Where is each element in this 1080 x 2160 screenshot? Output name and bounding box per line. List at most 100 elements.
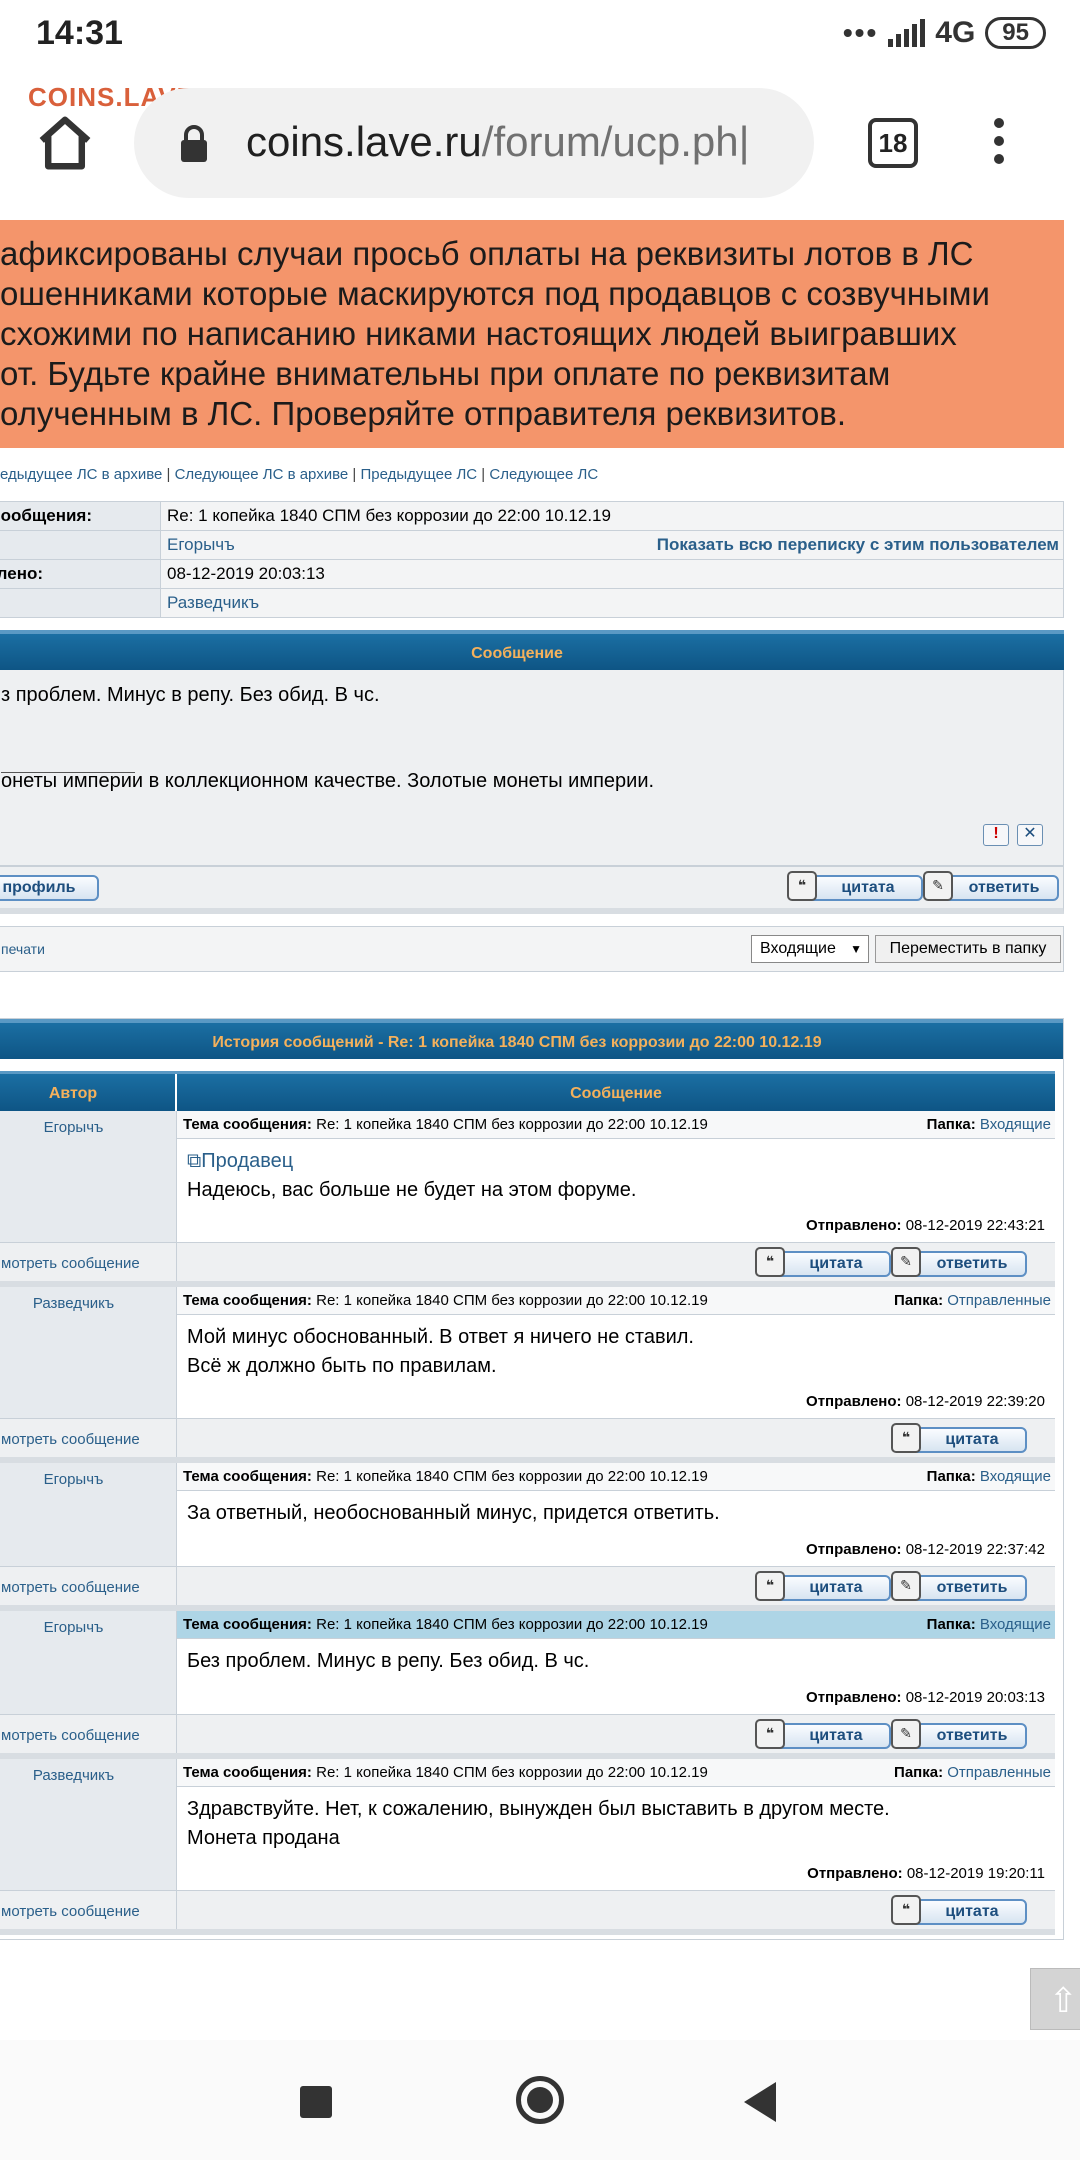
quote-bubble-icon: ❝ <box>755 1719 785 1749</box>
entry-sent: Отправлено: 08-12-2019 22:37:42 <box>806 1541 1045 1558</box>
move-to-folder-button[interactable]: Переместить в папку <box>875 935 1061 963</box>
entry-main: Тема сообщения: Re: 1 копейка 1840 СПМ б… <box>177 1611 1055 1714</box>
history-entry-current: Егорычъ Тема сообщения: Re: 1 копейка 18… <box>0 1611 1055 1715</box>
message-info-table: а сообщения: Re: 1 копейка 1840 СПМ без … <box>0 501 1064 618</box>
entry-actions: мотреть сообщение ❝ цитата <box>0 1419 1055 1463</box>
view-message-link[interactable]: мотреть сообщение <box>0 1891 177 1929</box>
url-bar[interactable]: coins.lave.ru/forum/ucp.ph| <box>134 88 814 198</box>
entry-main: Тема сообщения: Re: 1 копейка 1840 СПМ б… <box>177 1759 1055 1890</box>
quote-bubble-icon: ❝ <box>891 1895 921 1925</box>
home-circle-icon[interactable] <box>516 2076 564 2124</box>
history-entry: Егорычъ Тема сообщения: Re: 1 копейка 18… <box>0 1111 1055 1243</box>
reply-button[interactable]: ✎ ответить <box>891 1719 1027 1749</box>
entry-folder-link[interactable]: Входящие <box>980 1116 1051 1133</box>
message-body: з проблем. Минус в репу. Без обид. В чс.… <box>0 670 1064 866</box>
profile-button[interactable]: профиль <box>0 875 99 901</box>
status-clock: 14:31 <box>36 14 123 52</box>
quote-button[interactable]: ❝ цитата <box>891 1423 1027 1453</box>
entry-author-link[interactable]: Егорычъ <box>44 1619 104 1636</box>
back-triangle-icon[interactable] <box>744 2082 776 2122</box>
seller-link[interactable]: ⧉Продавец <box>187 1147 1045 1176</box>
next-pm-link[interactable]: Следующее ЛС <box>489 466 598 483</box>
entry-author-cell: Егорычъ <box>0 1463 177 1566</box>
subject-value: Re: 1 копейка 1840 СПМ без коррозии до 2… <box>160 501 1064 531</box>
entry-actions: мотреть сообщение ❝ цитата ✎ ответить <box>0 1567 1055 1611</box>
recents-square-icon[interactable] <box>300 2086 332 2118</box>
url-text[interactable]: coins.lave.ru/forum/ucp.ph| <box>246 118 750 166</box>
notice-line: ошенниками которые маскируются под прода… <box>0 275 990 312</box>
to-cell: Разведчикъ <box>160 588 1064 618</box>
entry-author-link[interactable]: Егорычъ <box>44 1471 104 1488</box>
entry-sent: Отправлено: 08-12-2019 19:20:11 <box>807 1865 1045 1882</box>
quote-bubble-icon: ❝ <box>755 1247 785 1277</box>
menu-kebab-icon[interactable] <box>994 118 1004 172</box>
entry-main: Тема сообщения: Re: 1 копейка 1840 СПМ б… <box>177 1463 1055 1566</box>
tab-count-button[interactable]: 18 <box>868 118 918 168</box>
entry-folder-link[interactable]: Входящие <box>980 1616 1051 1633</box>
history-entry: Егорычъ Тема сообщения: Re: 1 копейка 18… <box>0 1463 1055 1567</box>
quote-button[interactable]: ❝ цитата <box>755 1571 891 1601</box>
next-archive-link[interactable]: Следующее ЛС в архиве <box>175 466 349 483</box>
message-signature: онеты империи в коллекционном качестве. … <box>1 770 655 792</box>
reply-button[interactable]: ✎ ответить <box>891 1571 1027 1601</box>
entry-author-link[interactable]: Разведчикъ <box>33 1767 114 1784</box>
to-label: у: <box>0 588 161 618</box>
reply-button[interactable]: ✎ ответить <box>923 871 1059 901</box>
print-link[interactable]: печати <box>1 941 45 957</box>
history-entry: Разведчикъ Тема сообщения: Re: 1 копейка… <box>0 1287 1055 1419</box>
entry-actions: мотреть сообщение ❝ цитата ✎ ответить <box>0 1715 1055 1759</box>
quote-button[interactable]: ❝ цитата <box>891 1895 1027 1925</box>
prev-pm-link[interactable]: Предыдущее ЛС <box>361 466 478 483</box>
folder-select-value: Входящие <box>760 940 836 957</box>
folder-select[interactable]: Входящие ▼ <box>751 935 869 963</box>
reply-page-icon: ✎ <box>891 1719 921 1749</box>
entry-folder-link[interactable]: Входящие <box>980 1468 1051 1485</box>
system-nav-bar <box>0 2040 1080 2160</box>
status-bar: 14:31 ••• 4G 95 <box>0 0 1080 72</box>
entry-sent: Отправлено: 08-12-2019 22:43:21 <box>806 1217 1045 1234</box>
message-text: з проблем. Минус в репу. Без обид. В чс. <box>1 684 380 706</box>
to-user-link[interactable]: Разведчикъ <box>167 593 259 612</box>
from-user-link[interactable]: Егорычъ <box>167 535 235 554</box>
home-icon[interactable] <box>34 112 96 174</box>
entry-actions: мотреть сообщение ❝ цитата ✎ ответить <box>0 1243 1055 1287</box>
entry-subject: Тема сообщения: Re: 1 копейка 1840 СПМ б… <box>177 1111 1055 1139</box>
delete-icon[interactable]: ✕ <box>1017 824 1043 846</box>
entry-subject: Тема сообщения: Re: 1 копейка 1840 СПМ б… <box>177 1611 1055 1639</box>
entry-author-cell: Разведчикъ <box>0 1759 177 1890</box>
arrow-up-icon: ⇧ <box>1049 1982 1078 2020</box>
reply-button[interactable]: ✎ ответить <box>891 1247 1027 1277</box>
view-message-link[interactable]: мотреть сообщение <box>0 1715 177 1753</box>
entry-author-cell: Егорычъ <box>0 1611 177 1714</box>
notice-line: олученным в ЛС. Проверяйте отправителя р… <box>0 395 847 432</box>
scroll-to-top-button[interactable]: ⇧ <box>1030 1968 1080 2030</box>
view-message-link[interactable]: мотреть сообщение <box>0 1419 177 1457</box>
sent-label: авлено: <box>0 559 161 589</box>
col-author: Автор <box>0 1074 177 1111</box>
entry-author-link[interactable]: Егорычъ <box>44 1119 104 1136</box>
history-entry: Разведчикъ Тема сообщения: Re: 1 копейка… <box>0 1759 1055 1891</box>
entry-folder-link[interactable]: Отправленные <box>947 1292 1051 1309</box>
entry-sent: Отправлено: 08-12-2019 20:03:13 <box>806 1689 1045 1706</box>
entry-text: Здравствуйте. Нет, к сожалению, вынужден… <box>187 1798 890 1849</box>
quote-button[interactable]: ❝ цитата <box>755 1719 891 1749</box>
quote-button[interactable]: ❝ цитата <box>787 871 923 901</box>
quote-bubble-icon: ❝ <box>787 871 817 901</box>
reply-page-icon: ✎ <box>891 1247 921 1277</box>
entry-actions: мотреть сообщение ❝ цитата <box>0 1891 1055 1935</box>
history-title: История сообщений - Re: 1 копейка 1840 С… <box>0 1019 1063 1059</box>
archive-nav: едыдущее ЛС в архиве | Следующее ЛС в ар… <box>0 466 599 483</box>
notice-line: от. Будьте крайне внимательны при оплате… <box>0 355 891 392</box>
view-message-link[interactable]: мотреть сообщение <box>0 1243 177 1281</box>
entry-main: Тема сообщения: Re: 1 копейка 1840 СПМ б… <box>177 1287 1055 1418</box>
entry-text: За ответный, необоснованный минус, приде… <box>187 1502 720 1524</box>
quote-button[interactable]: ❝ цитата <box>755 1247 891 1277</box>
show-all-conversation-link[interactable]: Показать всю переписку с этим пользовате… <box>657 535 1059 555</box>
view-message-link[interactable]: мотреть сообщение <box>0 1567 177 1605</box>
report-icon[interactable]: ! <box>983 824 1009 846</box>
entry-folder-link[interactable]: Отправленные <box>947 1764 1051 1781</box>
entry-author-link[interactable]: Разведчикъ <box>33 1295 114 1312</box>
prev-archive-link[interactable]: едыдущее ЛС в архиве <box>0 466 162 483</box>
chevron-down-icon: ▼ <box>850 942 862 956</box>
more-dots-icon: ••• <box>842 17 879 48</box>
